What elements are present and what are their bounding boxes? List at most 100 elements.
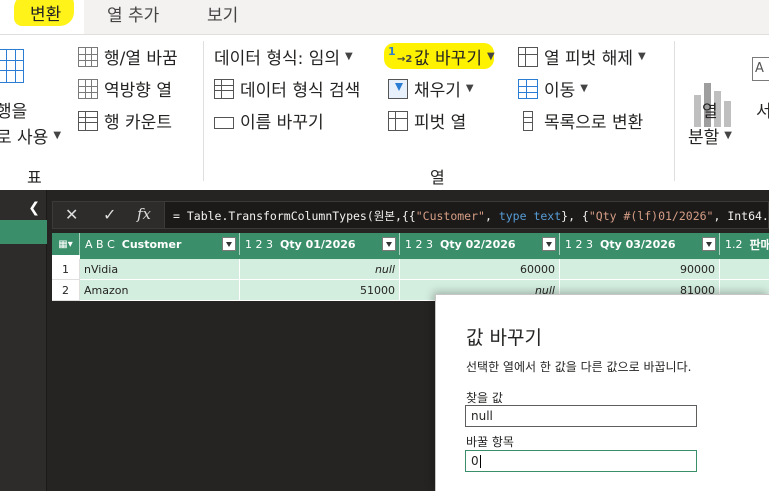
number-type-icon[interactable]: 1 2 3: [405, 238, 433, 251]
chevron-down-icon: ▼: [53, 130, 62, 141]
replace-values-icon: 1 →2: [388, 44, 413, 65]
table-cell[interactable]: 51000: [240, 280, 400, 301]
tab-add-column[interactable]: 열 추가: [107, 1, 159, 26]
replace-with-input[interactable]: 0: [465, 450, 697, 472]
replace-values-label: 값 바꾸기: [414, 49, 482, 69]
column-header-qty-02[interactable]: 1 2 3 Qty 02/2026: [400, 233, 560, 255]
replace-with-text: 0: [471, 454, 479, 468]
ribbon-tab-strip: 변환 열 추가 보기: [0, 0, 769, 34]
replace-values-dialog: 값 바꾸기 선택한 열에서 한 값을 다른 값으로 바꿉니다. 찾을 값 nul…: [435, 294, 769, 491]
data-type-label: 데이터 형식: 임의: [214, 49, 341, 69]
formula-input[interactable]: = Table.TransformColumnTypes(원본,{{"Custo…: [164, 201, 769, 229]
pivot-column-button[interactable]: 피벗 열: [388, 108, 466, 133]
reverse-rows-button[interactable]: 역방향 열: [78, 76, 172, 101]
column-name: Qty 01/2026: [280, 237, 356, 251]
detect-data-type-button[interactable]: 데이터 형식 검색: [214, 76, 360, 101]
row-number[interactable]: 1: [52, 259, 80, 280]
move-dropdown[interactable]: 이동 ▼: [518, 76, 588, 101]
replace-values-button[interactable]: 1 →2 값 바꾸기 ▼: [388, 44, 495, 70]
data-grid: ▦▾ A B C Customer 1 2 3 Qty 01/2026 1 2 3 Q…: [52, 233, 769, 301]
fill-label: 채우기: [414, 81, 461, 101]
column-header-customer[interactable]: A B C Customer: [80, 233, 240, 255]
cancel-icon[interactable]: ✕: [65, 205, 78, 224]
table-cell[interactable]: 90000: [560, 259, 720, 280]
split-column-button-line2[interactable]: 분할 ▼: [688, 123, 732, 148]
table-cell[interactable]: 60000: [400, 259, 560, 280]
list-icon: [523, 110, 533, 131]
format-button[interactable]: 서: [756, 97, 769, 122]
unpivot-icon: [518, 46, 538, 67]
column-header-qty-01[interactable]: 1 2 3 Qty 01/2026: [240, 233, 400, 255]
column-name: Customer: [121, 237, 182, 251]
unpivot-label: 열 피벗 해제: [544, 49, 634, 69]
filter-dropdown-icon[interactable]: [222, 237, 236, 251]
column-name: Qty 03/2026: [600, 237, 676, 251]
table-cell[interactable]: nVidia: [80, 259, 240, 280]
use-first-row-button[interactable]: 행을: [0, 97, 27, 122]
chevron-left-icon[interactable]: ❮: [28, 200, 40, 216]
split-column-label-2: 분할: [688, 128, 720, 148]
use-first-row-button-line2[interactable]: 로 사용 ▼: [0, 123, 61, 148]
fill-down-icon: [388, 78, 408, 99]
row-number[interactable]: 2: [52, 280, 80, 301]
use-first-row-icon: [0, 49, 24, 83]
convert-list-label: 목록으로 변환: [544, 113, 644, 133]
convert-to-list-button[interactable]: 목록으로 변환: [518, 108, 643, 133]
filter-dropdown-icon[interactable]: [702, 237, 716, 251]
group-label-table: 표: [27, 168, 42, 187]
data-type-dropdown[interactable]: 데이터 형식: 임의 ▼: [214, 44, 353, 69]
tab-view[interactable]: 보기: [207, 1, 238, 26]
replace-with-label: 바꿀 항목: [466, 435, 514, 449]
group-label-any-column: 열: [430, 168, 445, 187]
table-menu-button[interactable]: ▦▾: [52, 233, 80, 255]
find-value-text: null: [471, 409, 493, 423]
count-rows-button[interactable]: 행 카운트: [78, 108, 172, 133]
chevron-down-icon: ▼: [638, 51, 646, 62]
rename-icon: [214, 116, 234, 129]
number-type-icon[interactable]: 1 2 3: [245, 238, 273, 251]
fill-dropdown[interactable]: 채우기 ▼: [388, 76, 474, 101]
number-type-icon[interactable]: 1 2 3: [565, 238, 593, 251]
group-divider: [674, 41, 675, 181]
split-column-label-1: 열: [702, 102, 718, 122]
decimal-type-icon[interactable]: 1.2: [725, 238, 743, 251]
reverse-rows-label: 역방향 열: [104, 81, 172, 101]
transpose-button[interactable]: 행/열 바꿈: [78, 44, 178, 69]
rename-label: 이름 바꾸기: [240, 113, 324, 133]
formula-string: "Qty #(lf)01/2026": [588, 209, 714, 223]
table-cell[interactable]: null: [240, 259, 400, 280]
move-label: 이동: [544, 81, 576, 101]
split-column-button[interactable]: 열: [702, 97, 718, 122]
text-cursor: [479, 455, 481, 468]
count-rows-icon: [78, 110, 98, 131]
column-name: 판매: [749, 237, 769, 252]
filter-dropdown-icon[interactable]: [542, 237, 556, 251]
column-name: Qty 02/2026: [440, 237, 516, 251]
column-header-qty-03[interactable]: 1 2 3 Qty 03/2026: [560, 233, 720, 255]
detect-type-icon: [214, 78, 234, 99]
selected-query[interactable]: [0, 220, 47, 244]
detect-type-label: 데이터 형식 검색: [240, 81, 361, 101]
find-value-label: 찾을 값: [466, 391, 503, 405]
filter-dropdown-icon[interactable]: [382, 237, 396, 251]
fx-icon[interactable]: fx: [137, 205, 151, 223]
formula-string: "Customer": [415, 209, 485, 223]
tab-transform[interactable]: 변환: [0, 0, 84, 34]
chevron-down-icon: ▼: [345, 51, 353, 62]
table-cell[interactable]: [720, 259, 769, 280]
find-value-input[interactable]: null: [465, 405, 697, 427]
text-type-icon[interactable]: A B C: [85, 238, 115, 251]
formula-part: ,: [484, 209, 499, 223]
use-first-row-label-2: 로 사용: [0, 128, 49, 148]
table-cell[interactable]: Amazon: [80, 280, 240, 301]
column-header-sales[interactable]: 1.2 판매: [720, 233, 769, 255]
check-icon[interactable]: ✓: [103, 205, 116, 224]
ribbon: 행을 로 사용 ▼ 행/열 바꿈 역방향 열 행 카운트 표 데이터 형식: 임의…: [0, 34, 769, 190]
pivot-icon: [388, 110, 408, 131]
format-icon: A: [752, 57, 769, 81]
move-icon: [518, 78, 538, 99]
unpivot-dropdown[interactable]: 열 피벗 해제 ▼: [518, 44, 646, 69]
chevron-down-icon: ▼: [580, 83, 588, 94]
rename-button[interactable]: 이름 바꾸기: [214, 108, 324, 133]
formula-part: = Table.TransformColumnTypes(원본,{{: [173, 209, 416, 223]
